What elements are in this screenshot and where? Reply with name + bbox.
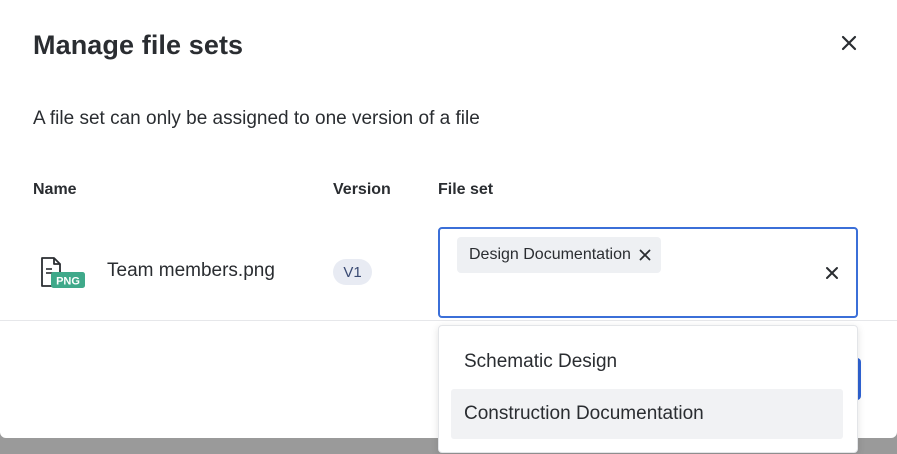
dialog-title: Manage file sets [33,30,244,60]
file-set-dropdown: Schematic Design Construction Documentat… [438,325,858,453]
version-badge: V1 [333,259,372,285]
remove-icon [639,249,651,261]
column-header-version: Version [333,181,391,198]
file-set-select[interactable]: Design Documentation [438,227,858,318]
close-icon [841,35,857,51]
file-set-chip-label: Design Documentation [469,246,631,263]
dropdown-option-construction-documentation[interactable]: Construction Documentation [451,389,843,439]
column-header-name: Name [33,181,77,198]
dropdown-option-schematic-design[interactable]: Schematic Design [451,337,843,387]
close-button[interactable] [834,28,864,58]
row-divider [0,320,897,321]
png-file-icon: PNG [41,257,85,288]
file-name: Team members.png [107,260,275,281]
clear-selection-button[interactable] [820,261,844,285]
png-badge-text: PNG [56,276,80,288]
column-header-file-set: File set [438,181,494,198]
file-set-chip: Design Documentation [457,237,661,273]
remove-file-set-button[interactable] [639,249,651,261]
clear-icon [826,267,838,279]
dialog-subtitle: A file set can only be assigned to one v… [33,108,480,129]
